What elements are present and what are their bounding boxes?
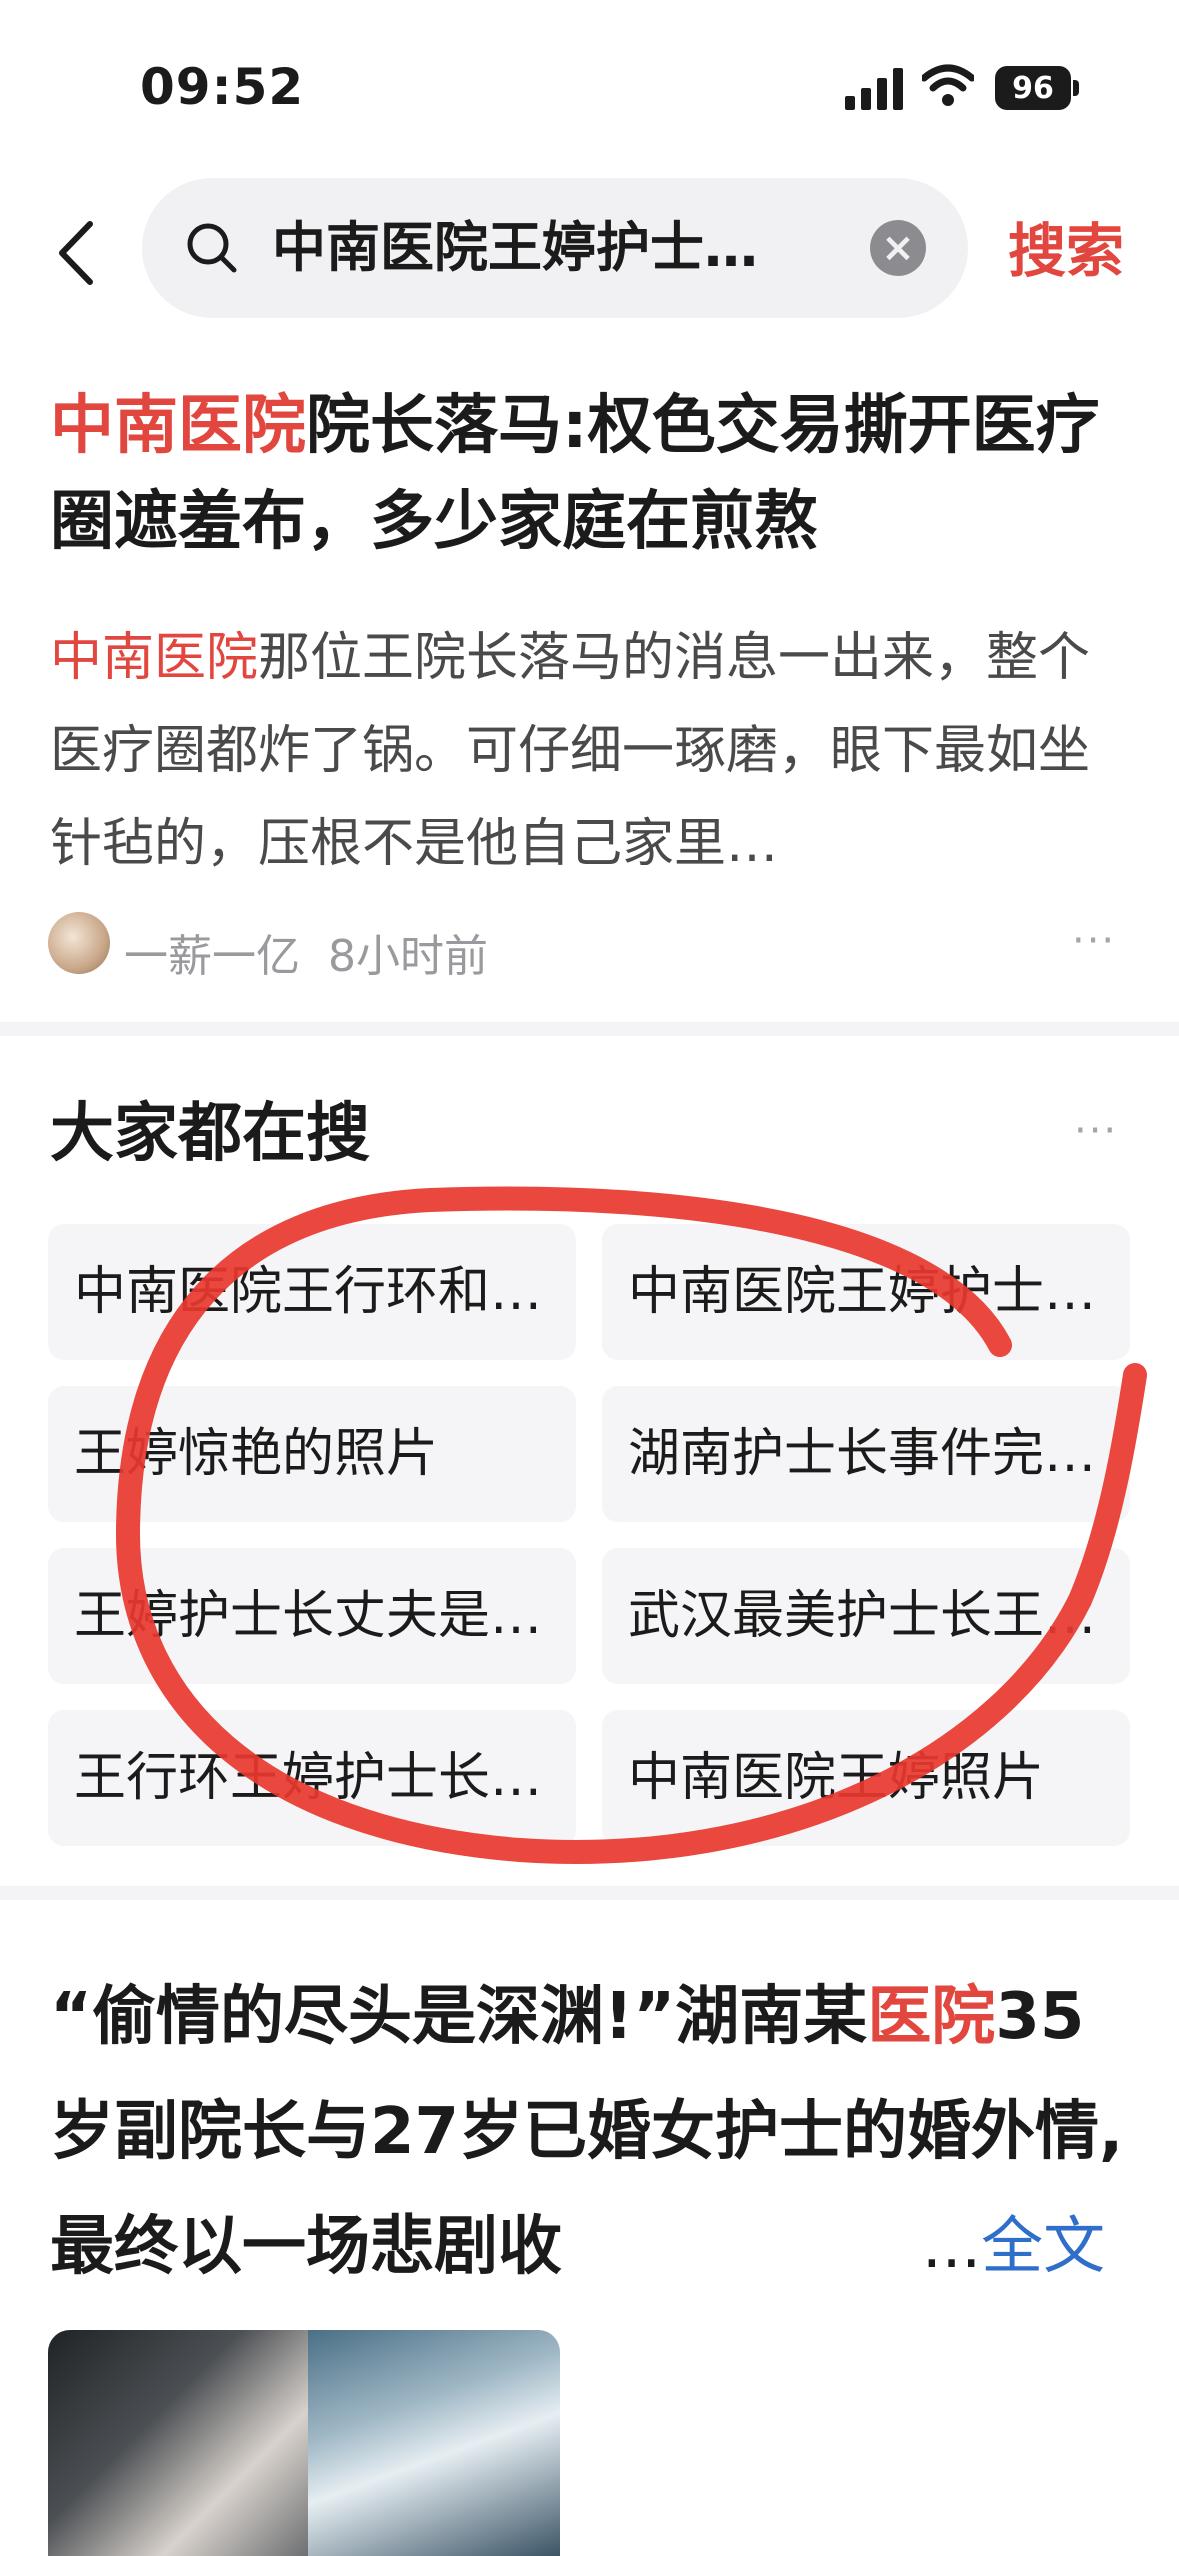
hot-search-chip[interactable]: 王婷惊艳的照片: [48, 1386, 576, 1522]
battery-tip: [1073, 80, 1079, 96]
title-highlight: 医院: [867, 1980, 996, 2054]
article-summary[interactable]: 中南医院那位王院长落马的消息一出来，整个医疗圈都炸了锅。可仔细一琢磨，眼下最如坐…: [50, 612, 1140, 891]
battery-indicator: 96: [995, 66, 1071, 110]
hot-search-chip-label: 王婷护士长丈夫是…: [74, 1586, 543, 1646]
expand-full-text[interactable]: ...全文: [922, 2206, 1105, 2286]
publish-time: 8小时前: [328, 931, 488, 982]
hot-search-title: 大家都在搜: [50, 1097, 370, 1171]
summary-highlight: 中南医院: [50, 628, 259, 688]
back-arrow-icon[interactable]: [52, 218, 102, 288]
section-divider: [0, 1022, 1179, 1036]
author-name[interactable]: 一薪一亿: [124, 920, 300, 984]
more-options-icon[interactable]: ···: [1072, 918, 1116, 964]
hot-search-chip[interactable]: 武汉最美护士长王…: [602, 1548, 1130, 1684]
hot-search-chip-label: 武汉最美护士长王…: [628, 1586, 1097, 1646]
article-thumbnail[interactable]: [48, 2330, 560, 2556]
article-meta: 一薪一亿 8小时前 ···: [48, 912, 1128, 982]
section-divider: [0, 1886, 1179, 1900]
search-icon: [187, 223, 237, 273]
hot-search-more-icon[interactable]: ···: [1074, 1108, 1118, 1154]
status-time: 09:52: [140, 58, 305, 116]
full-text-link[interactable]: 全文: [981, 2209, 1105, 2282]
hot-search-chip[interactable]: 王行环王婷护士长…: [48, 1710, 576, 1846]
article-title[interactable]: 中南医院院长落马:权色交易撕开医疗圈遮羞布，多少家庭在煎熬: [50, 378, 1140, 570]
search-input[interactable]: 中南医院王婷护士… ×: [142, 178, 968, 318]
cellular-signal-icon: [845, 68, 903, 110]
thumbnail-right-image: [308, 2330, 560, 2556]
title-highlight: 中南医院: [50, 389, 306, 463]
wifi-icon: [922, 64, 974, 106]
ellipsis: ...: [922, 2209, 982, 2282]
search-query-text[interactable]: 中南医院王婷护士…: [272, 218, 832, 278]
status-bar: 09:52 96: [0, 0, 1179, 150]
thumbnail-left-image: [48, 2330, 308, 2556]
author-avatar[interactable]: [48, 912, 110, 974]
hot-search-chip[interactable]: 中南医院王婷护士…: [602, 1224, 1130, 1360]
hot-search-chip-label: 中南医院王婷照片: [628, 1748, 1045, 1808]
hot-search-chip[interactable]: 湖南护士长事件完…: [602, 1386, 1130, 1522]
hot-search-chip-label: 湖南护士长事件完…: [628, 1424, 1097, 1484]
title-text: “偷情的尽头是深渊!”湖南某: [50, 1980, 868, 2054]
hot-search-chip-label: 中南医院王婷护士…: [628, 1262, 1097, 1322]
search-button[interactable]: 搜索: [1008, 216, 1124, 286]
hot-search-chip-label: 中南医院王行环和…: [74, 1262, 543, 1322]
hot-search-chip[interactable]: 王婷护士长丈夫是…: [48, 1548, 576, 1684]
hot-search-chip-label: 王婷惊艳的照片: [74, 1424, 439, 1484]
clear-search-icon[interactable]: ×: [870, 220, 926, 276]
hot-search-chip[interactable]: 中南医院王行环和…: [48, 1224, 576, 1360]
hot-search-chip-label: 王行环王婷护士长…: [74, 1748, 543, 1808]
hot-search-chip[interactable]: 中南医院王婷照片: [602, 1710, 1130, 1846]
